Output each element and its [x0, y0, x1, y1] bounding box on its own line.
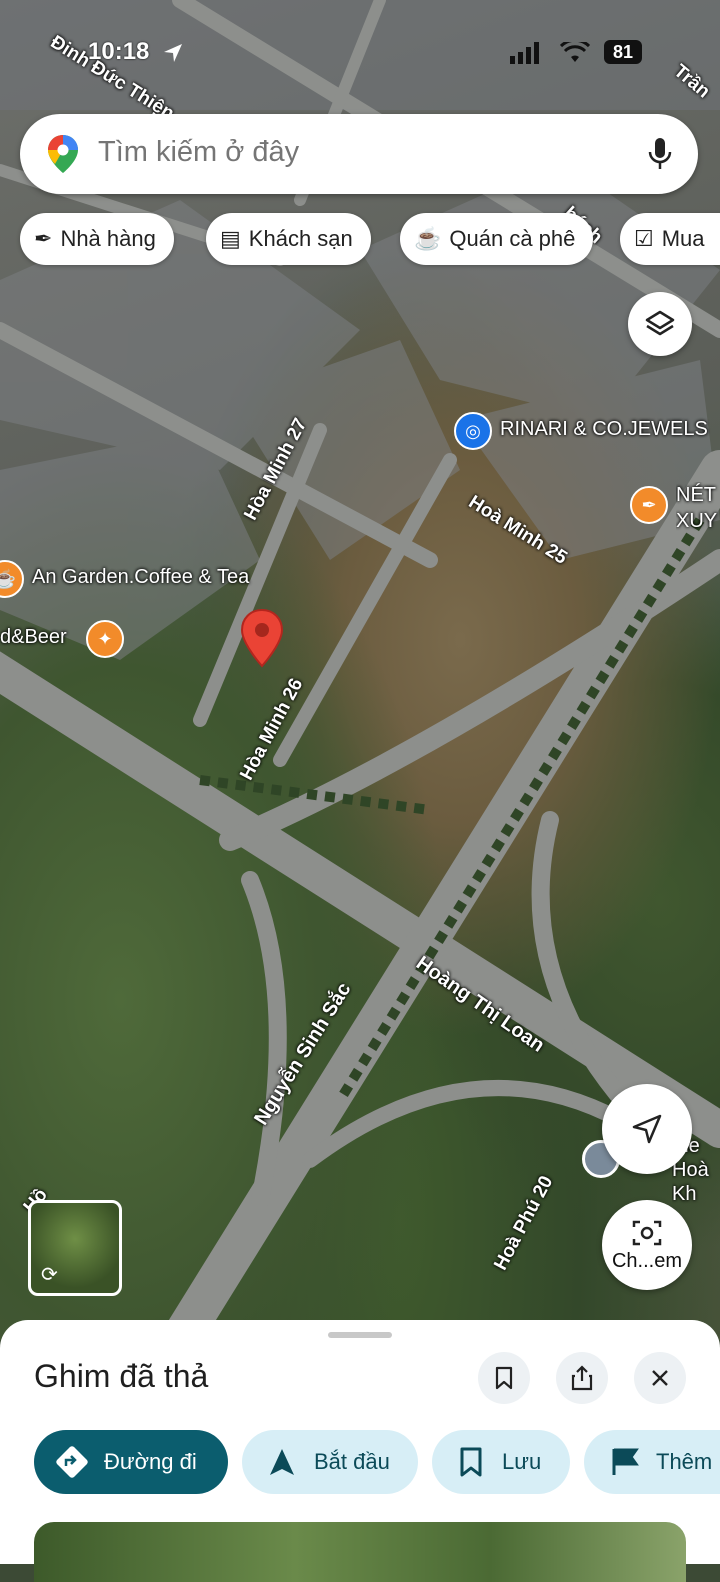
fork-knife-icon: ✒ [34, 226, 53, 251]
chip-hotels[interactable]: ▤ Khách sạn [206, 213, 371, 265]
battery-indicator: 81 [604, 40, 642, 64]
my-location-button[interactable] [602, 1084, 692, 1174]
share-icon [571, 1365, 593, 1391]
layers-icon [645, 310, 675, 336]
lens-button[interactable]: Ch...em [602, 1200, 692, 1290]
save-button[interactable]: Lưu [432, 1430, 570, 1494]
bookmark-icon [495, 1366, 513, 1390]
chip-label: Khách sạn [248, 226, 353, 251]
layers-button[interactable] [628, 292, 692, 356]
chip-shopping[interactable]: ☑ Mua [620, 213, 720, 265]
shopping-bag-icon: ☑ [634, 226, 654, 251]
street-view-thumbnail[interactable]: ⟳ [28, 1200, 122, 1296]
wifi-icon [560, 42, 590, 62]
place-bottom-sheet[interactable]: Ghim đã thả Đường đi Bắt đầu Lưu Thêm [0, 1320, 720, 1582]
cocktail-icon: ✦ [86, 620, 124, 658]
chip-restaurants[interactable]: ✒ Nhà hàng [20, 213, 174, 265]
status-time: 10:18 [88, 38, 150, 65]
bed-icon: ▤ [220, 226, 241, 251]
share-button[interactable] [556, 1352, 608, 1404]
start-label: Bắt đầu [314, 1449, 390, 1474]
chip-label: Mua [661, 226, 705, 251]
navigation-arrow-icon [632, 1114, 662, 1144]
directions-icon [56, 1446, 88, 1478]
bookmark-icon [460, 1447, 482, 1477]
more-label: Thêm [656, 1449, 713, 1474]
microphone-icon[interactable] [648, 137, 672, 171]
navigation-arrow-icon [270, 1449, 294, 1475]
poi-label: d&Beer [0, 626, 67, 648]
start-button[interactable]: Bắt đầu [242, 1430, 418, 1494]
poi-rinari[interactable]: ◎ RINARI & CO.JEWELS [454, 412, 708, 450]
shopping-bag-icon: ◎ [454, 412, 492, 450]
google-maps-logo-icon [48, 135, 78, 173]
location-arrow-icon [164, 44, 182, 62]
more-button[interactable]: Thêm [584, 1430, 720, 1494]
sheet-title: Ghim đã thả [34, 1358, 209, 1394]
chip-label: Nhà hàng [60, 226, 156, 251]
directions-button[interactable]: Đường đi [34, 1430, 228, 1494]
coffee-cup-icon: ☕ [414, 226, 442, 251]
search-bar[interactable] [20, 114, 698, 194]
poi-label: NÉT XUY [676, 484, 718, 532]
chip-label: Quán cà phê [449, 226, 576, 251]
camera-lens-icon [632, 1220, 662, 1245]
dropped-pin-icon[interactable] [240, 608, 284, 668]
flag-icon [612, 1448, 639, 1475]
close-icon [652, 1370, 668, 1386]
search-input[interactable] [98, 136, 618, 169]
lens-label: Ch...em [611, 1249, 683, 1272]
poi-label: RINARI & CO.JEWELS [500, 418, 708, 440]
directions-label: Đường đi [104, 1449, 197, 1474]
fork-knife-icon: ✒ [630, 486, 668, 524]
save-icon-button[interactable] [478, 1352, 530, 1404]
signal-icon [510, 42, 539, 64]
coffee-cup-icon: ☕ [0, 560, 24, 598]
place-photo[interactable] [34, 1522, 686, 1582]
close-button[interactable] [634, 1352, 686, 1404]
save-label: Lưu [502, 1449, 542, 1474]
poi-label: An Garden.Coffee & Tea [32, 566, 250, 588]
sheet-drag-handle[interactable] [328, 1332, 392, 1338]
poi-an-garden[interactable]: ☕ An Garden.Coffee & Tea [0, 560, 249, 598]
rotate-360-icon: ⟳ [41, 1264, 58, 1286]
chip-cafes[interactable]: ☕ Quán cà phê [400, 213, 594, 265]
poi-net-xuy[interactable]: ✒ NÉT XUY [630, 484, 717, 532]
